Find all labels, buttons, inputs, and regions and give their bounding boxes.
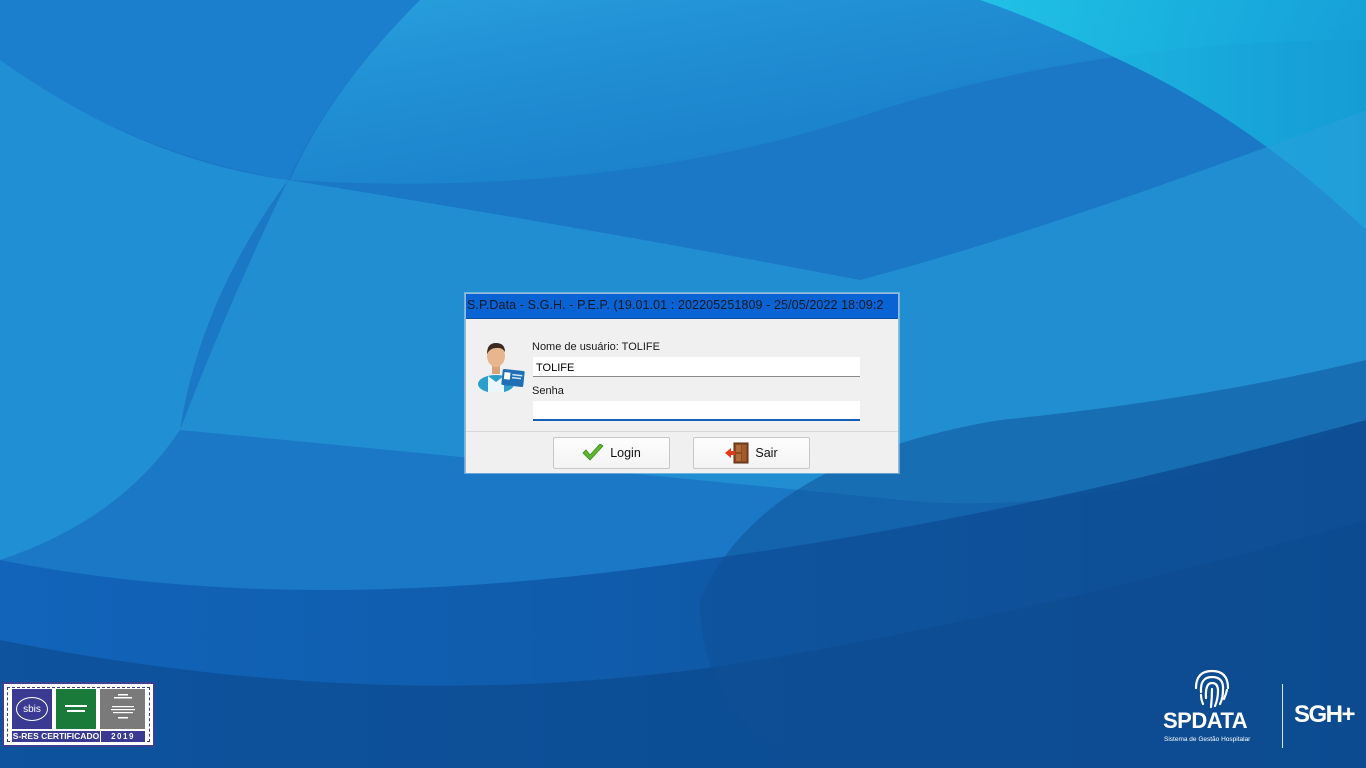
certification-badge: sbis S-RES CERTIFICADO 2019	[2, 682, 155, 747]
user-id-card-icon	[478, 343, 525, 392]
spdata-branding: SPDATA Sistema de Gestão Hospitalar SGH+	[1160, 668, 1360, 748]
username-field[interactable]	[533, 357, 860, 377]
login-button-label: Login	[610, 446, 641, 460]
badge-green-panel	[56, 689, 96, 729]
checkmark-icon	[582, 444, 604, 461]
badge-gray-text-icon	[110, 694, 135, 719]
exit-door-icon	[725, 442, 749, 464]
spdata-name: SPDATA	[1163, 708, 1248, 733]
badge-gray-panel	[100, 689, 145, 729]
sbis-text: sbis	[16, 697, 48, 721]
login-button[interactable]: Login	[553, 437, 670, 469]
exit-button[interactable]: Sair	[693, 437, 810, 469]
exit-button-label: Sair	[755, 446, 778, 460]
brand-divider	[1282, 684, 1283, 748]
dialog-body: Nome de usuário: TOLIFE Senha	[466, 319, 898, 432]
password-label: Senha	[532, 385, 564, 397]
sbis-logo: sbis	[12, 689, 52, 729]
login-dialog: S.P.Data - S.G.H. - P.E.P. (19.01.01 : 2…	[465, 293, 899, 473]
badge-green-text-icon	[65, 705, 87, 712]
badge-bottom-bar: S-RES CERTIFICADO 2019	[12, 731, 145, 742]
dialog-title: S.P.Data - S.G.H. - P.E.P. (19.01.01 : 2…	[467, 298, 884, 312]
desktop: S.P.Data - S.G.H. - P.E.P. (19.01.01 : 2…	[0, 0, 1366, 768]
badge-label: S-RES CERTIFICADO	[12, 731, 100, 742]
dialog-titlebar[interactable]: S.P.Data - S.G.H. - P.E.P. (19.01.01 : 2…	[466, 294, 898, 319]
username-label: Nome de usuário: TOLIFE	[532, 341, 660, 353]
dialog-footer: Login Sair	[466, 431, 898, 473]
sgh-logo: SGH+	[1294, 701, 1356, 728]
fingerprint-icon	[1194, 669, 1230, 709]
badge-year: 2019	[100, 731, 145, 742]
spdata-subtitle: Sistema de Gestão Hospitalar	[1164, 736, 1251, 743]
password-field[interactable]	[533, 401, 860, 421]
